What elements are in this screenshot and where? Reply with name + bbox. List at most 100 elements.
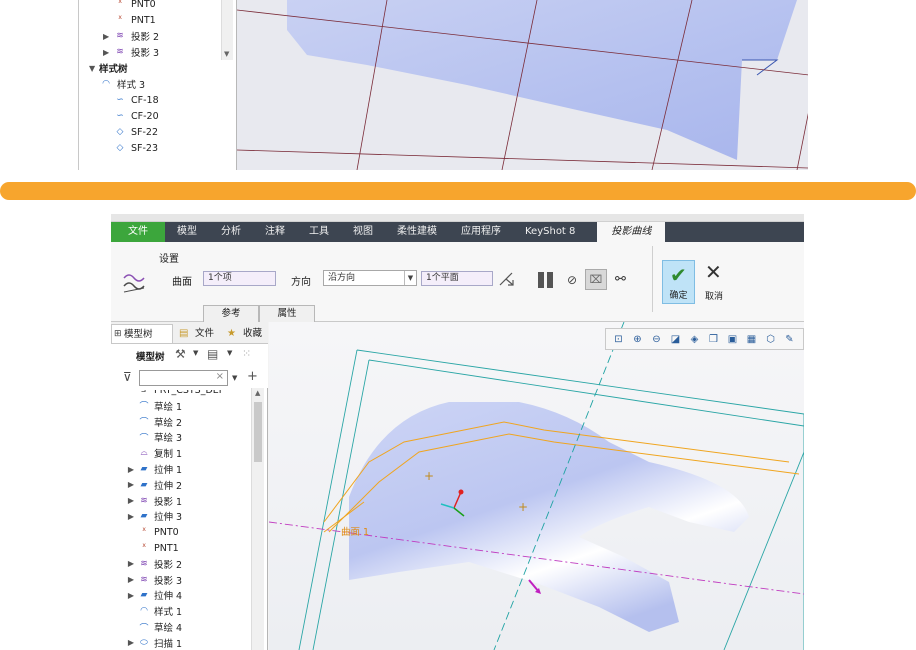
tree-item[interactable]: ▶ ▰ 拉伸 3: [125, 508, 182, 524]
tree-item[interactable]: ▼ 样式树: [89, 60, 128, 76]
surface-annotation[interactable]: 曲面 1: [341, 524, 369, 538]
tree-item[interactable]: ⌒ 草绘 3: [125, 429, 182, 445]
model-tree-panel: ⊞ 模型树 ▤ 文件 ★ 收藏 模型树 ⚒ ▼ ▤ ▼ ⁙ ⊽ × ▼ + ⅃ …: [111, 322, 268, 650]
chevron-down-icon[interactable]: ▼: [193, 349, 198, 357]
chevron-down-icon[interactable]: ▼: [232, 374, 237, 382]
tab-project-curve[interactable]: 投影曲线: [597, 222, 666, 242]
tree-item[interactable]: ⌒ 草绘 2: [125, 414, 182, 430]
tab-model[interactable]: 模型: [165, 222, 209, 242]
tree-filter-row: ⊽ × ▼ +: [111, 366, 268, 388]
tree-item[interactable]: ∽ CF-20: [103, 108, 158, 124]
saved-orientations-icon[interactable]: ❒: [705, 331, 722, 347]
tab-flexible-modeling[interactable]: 柔性建模: [385, 222, 449, 242]
glasses-preview-icon[interactable]: ⚯: [615, 272, 626, 287]
sketch-icon: ⌒: [139, 402, 149, 413]
projection-icon: ≋: [140, 558, 148, 569]
no-preview-icon[interactable]: ⊘: [567, 273, 577, 287]
tree-item[interactable]: ▶ ≋ 投影 1: [125, 493, 182, 509]
expand-icon[interactable]: ▶: [103, 32, 113, 41]
expand-icon[interactable]: ▶: [125, 638, 137, 647]
tab-applications[interactable]: 应用程序: [449, 222, 513, 242]
tree-item[interactable]: ▶ ▰ 拉伸 1: [125, 461, 182, 477]
tab-view[interactable]: 视图: [341, 222, 385, 242]
tab-annotate[interactable]: 注释: [253, 222, 297, 242]
tab-folder-browser[interactable]: ▤ 文件: [177, 324, 225, 343]
view-manager-icon[interactable]: ▣: [724, 331, 741, 347]
tree-filter-options-icon[interactable]: ⁙: [242, 347, 251, 360]
expand-icon[interactable]: ▶: [125, 512, 137, 521]
filter-icon[interactable]: ⊽: [123, 370, 132, 384]
direction-select[interactable]: 沿方向 ▼: [323, 270, 417, 286]
tree-settings-icon[interactable]: ⚒: [175, 347, 186, 361]
ok-button[interactable]: ✔ 确定: [662, 260, 695, 304]
tree-item[interactable]: ᕁ PNT0: [103, 0, 156, 12]
show-columns-icon[interactable]: ▤: [207, 347, 218, 361]
expand-icon[interactable]: ▶: [103, 48, 113, 57]
display-style-icon[interactable]: ◈: [686, 331, 703, 347]
tree-item[interactable]: ▶ ▰ 拉伸 2: [125, 477, 182, 493]
top-viewport[interactable]: [236, 0, 808, 170]
tab-model-tree[interactable]: ⊞ 模型树: [111, 324, 173, 343]
clear-icon[interactable]: ×: [216, 371, 224, 382]
refit-icon[interactable]: ⊡: [610, 331, 627, 347]
tree-item[interactable]: ⌒ 草绘 1: [125, 398, 182, 414]
subtab-properties[interactable]: 属性: [259, 305, 315, 322]
tree-item-label: 复制 1: [154, 449, 183, 461]
tree-item[interactable]: ▶ ≋ 投影 3: [103, 44, 159, 60]
tree-item[interactable]: ▶ ≋ 投影 2: [125, 556, 182, 572]
tree-item[interactable]: ◠ 样式 3: [89, 76, 145, 92]
tree-search-input[interactable]: ×: [139, 370, 228, 386]
tree-item[interactable]: ◇ SF-22: [103, 124, 158, 140]
datum-display-icon[interactable]: ⬡: [762, 331, 779, 347]
top-tree-scrollbar[interactable]: ▼: [221, 0, 233, 60]
repaint-icon[interactable]: ◪: [667, 331, 684, 347]
pause-icon[interactable]: [537, 271, 555, 289]
tree-item[interactable]: ◇ SF-23: [103, 140, 158, 156]
tree-item[interactable]: ∽ CF-18: [103, 92, 159, 108]
expand-icon[interactable]: ▶: [125, 591, 137, 600]
perspective-icon[interactable]: ▦: [743, 331, 760, 347]
tree-item[interactable]: ᕁ PNT0: [125, 524, 179, 540]
expand-icon[interactable]: ▶: [125, 559, 137, 568]
tab-analysis[interactable]: 分析: [209, 222, 253, 242]
graphics-area[interactable]: + + 曲面 1 ⊡ ⊕ ⊖ ◪ ◈ ❒ ▣ ▦ ⬡ ✎: [269, 322, 804, 650]
annotation-display-icon[interactable]: ✎: [781, 331, 798, 347]
scroll-down-icon[interactable]: ▼: [224, 50, 229, 58]
add-icon[interactable]: +: [247, 369, 258, 384]
subtab-references[interactable]: 参考: [203, 305, 259, 322]
zoom-out-icon[interactable]: ⊖: [648, 331, 665, 347]
tree-item-label: CF-18: [131, 94, 159, 106]
expand-icon[interactable]: ▶: [125, 480, 137, 489]
tree-item[interactable]: ᕁ PNT1: [103, 12, 156, 28]
plane-collector[interactable]: 1个平面: [421, 271, 493, 286]
tree-scrollbar[interactable]: ▲: [251, 388, 264, 650]
tree-item[interactable]: ᕁ PNT1: [125, 540, 179, 556]
expand-icon[interactable]: ▶: [125, 575, 137, 584]
expand-icon[interactable]: ▶: [125, 465, 137, 474]
tree-structure-icon: ⊞: [114, 329, 122, 339]
chevron-down-icon[interactable]: ▼: [227, 349, 232, 357]
tab-tools[interactable]: 工具: [297, 222, 341, 242]
tree-item[interactable]: ▶ ▰ 拉伸 4: [125, 587, 182, 603]
chevron-down-icon[interactable]: ▼: [404, 271, 416, 285]
surface-collector[interactable]: 1个项: [203, 271, 276, 286]
tree-item[interactable]: ◠ 样式 1: [125, 603, 182, 619]
tree-item[interactable]: ▶ ≋ 投影 2: [103, 28, 159, 44]
expand-icon[interactable]: ▶: [125, 496, 137, 505]
cancel-button[interactable]: ✕ 取消: [699, 260, 729, 304]
tree-item[interactable]: ⌓ 复制 1: [125, 445, 182, 461]
tab-file[interactable]: 文件: [111, 222, 165, 242]
favorites-icon: ★: [227, 328, 236, 339]
tree-item[interactable]: ⅃ PRT_CSYS_DEF: [125, 390, 224, 398]
scroll-thumb[interactable]: [254, 402, 262, 462]
flip-direction-icon[interactable]: [497, 270, 515, 288]
tab-keyshot[interactable]: KeyShot 8: [513, 222, 587, 242]
collapse-icon[interactable]: ▼: [89, 64, 99, 73]
tree-item[interactable]: ⌒ 草绘 4: [125, 619, 182, 635]
zoom-in-icon[interactable]: ⊕: [629, 331, 646, 347]
tree-item[interactable]: ▶ ⬭ 扫描 1: [125, 635, 182, 650]
tab-favorites[interactable]: ★ 收藏: [225, 324, 268, 343]
scroll-up-icon[interactable]: ▲: [255, 389, 260, 397]
tree-item[interactable]: ▶ ≋ 投影 3: [125, 572, 182, 588]
verify-mode-icon[interactable]: ⌧: [585, 269, 607, 290]
